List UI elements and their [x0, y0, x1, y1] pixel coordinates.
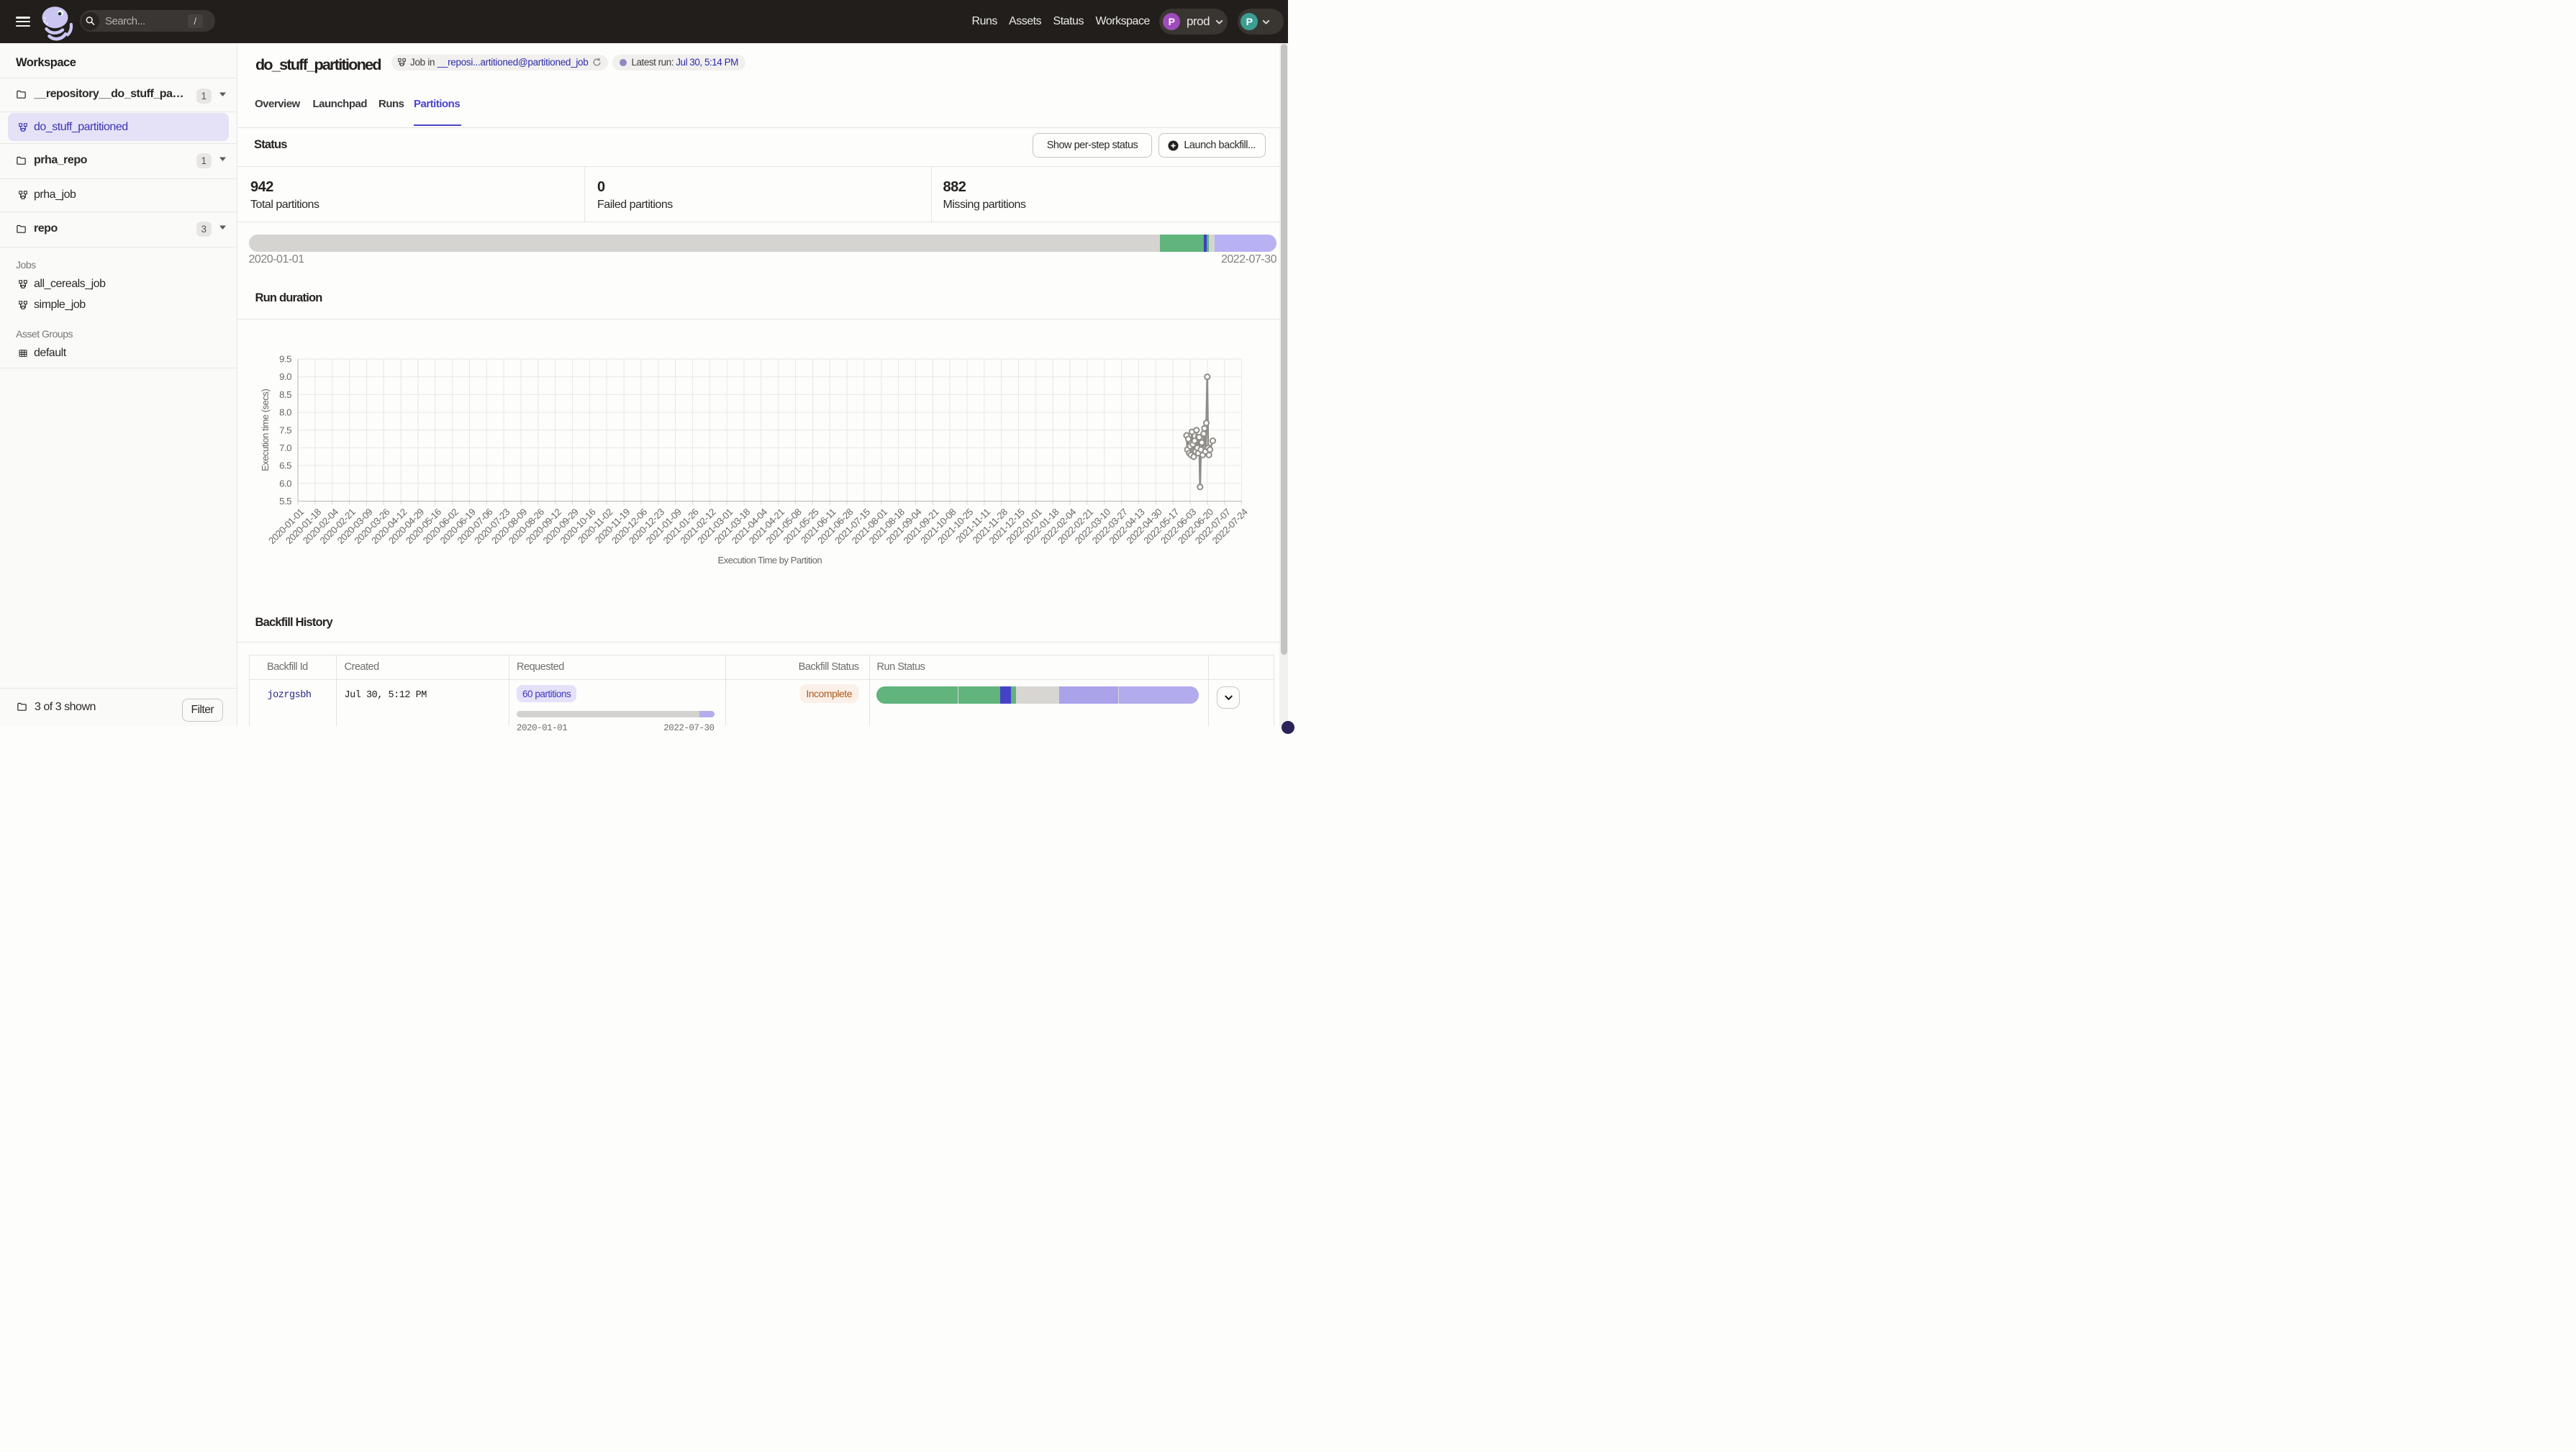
svg-text:6.0: 6.0 — [279, 478, 291, 489]
svg-text:6.5: 6.5 — [279, 460, 291, 471]
svg-text:8.5: 8.5 — [279, 389, 291, 400]
svg-text:7.0: 7.0 — [279, 443, 291, 453]
svg-text:9.5: 9.5 — [279, 354, 291, 365]
svg-text:Execution Time by Partition: Execution Time by Partition — [718, 555, 822, 566]
svg-text:7.5: 7.5 — [279, 425, 291, 435]
svg-text:8.0: 8.0 — [279, 407, 291, 418]
svg-text:Execution time (secs): Execution time (secs) — [260, 389, 271, 471]
svg-text:5.5: 5.5 — [279, 496, 291, 507]
svg-text:9.0: 9.0 — [279, 371, 291, 382]
